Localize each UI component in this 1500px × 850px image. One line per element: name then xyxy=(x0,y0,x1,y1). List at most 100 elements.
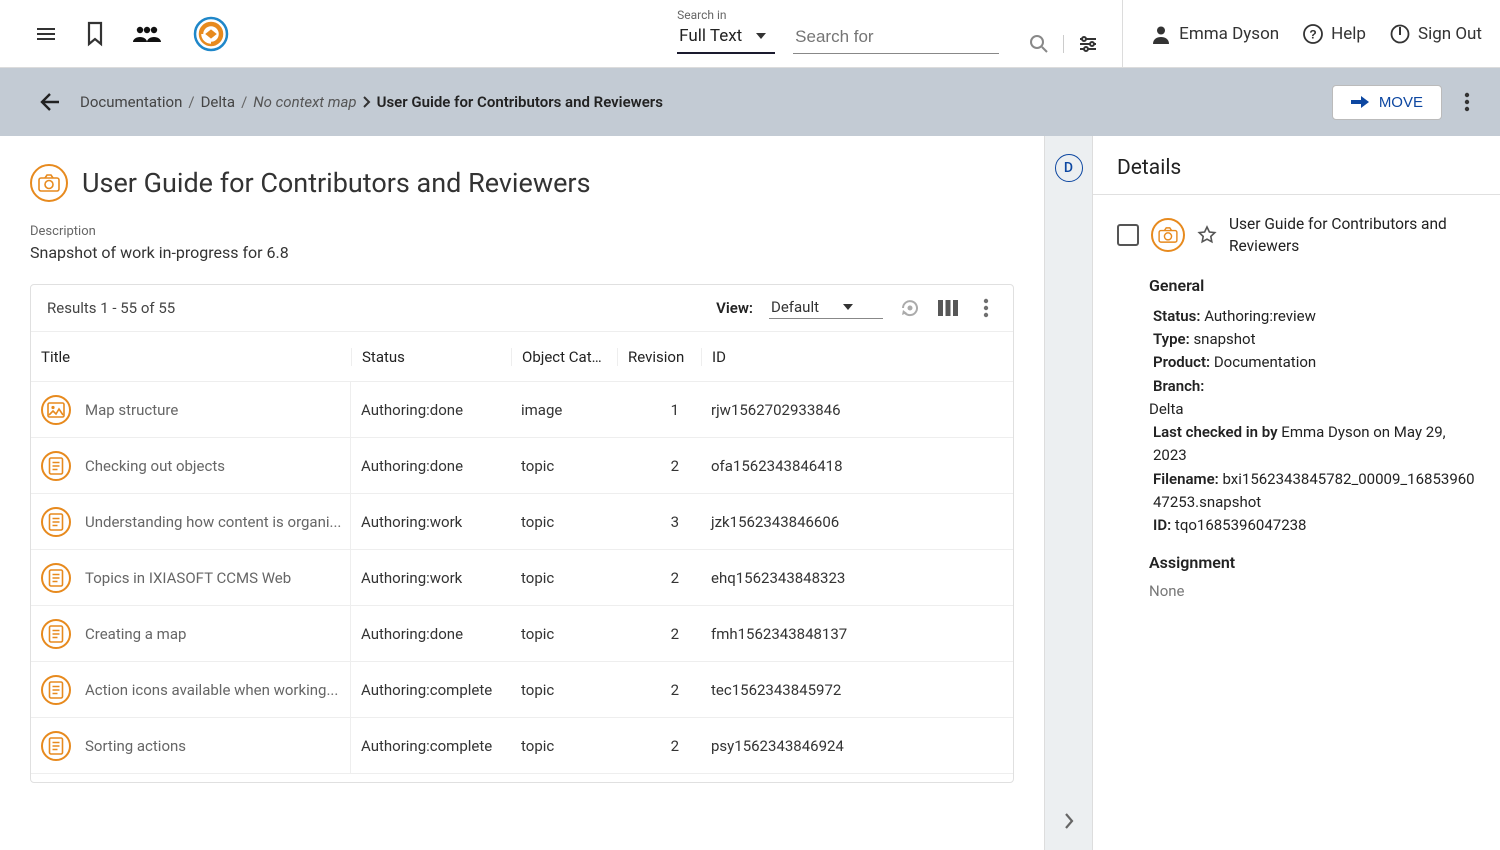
row-title: Checking out objects xyxy=(31,438,351,493)
user-menu[interactable]: Emma Dyson xyxy=(1151,24,1279,44)
details-body: General Status: Authoring:review Type: s… xyxy=(1117,276,1476,601)
col-revision[interactable]: Revision xyxy=(617,348,701,366)
filter-icon[interactable] xyxy=(1078,34,1098,54)
row-revision: 2 xyxy=(617,625,701,643)
row-revision: 3 xyxy=(617,513,701,531)
details-item-title: User Guide for Contributors and Reviewer… xyxy=(1229,213,1476,258)
row-revision: 2 xyxy=(617,681,701,699)
crumb-sep: / xyxy=(241,93,247,111)
field-type: Type: snapshot xyxy=(1153,328,1476,351)
image-icon xyxy=(41,395,71,425)
table-row[interactable]: Understanding how content is organi...Au… xyxy=(31,494,1013,550)
field-status: Status: Authoring:review xyxy=(1153,305,1476,328)
topic-icon xyxy=(41,563,71,593)
crumb-current: User Guide for Contributors and Reviewer… xyxy=(377,93,663,111)
col-status[interactable]: Status xyxy=(351,348,511,366)
details-tab-icon[interactable]: D xyxy=(1055,154,1083,182)
table-more-icon[interactable] xyxy=(975,298,997,318)
row-title: Map structure xyxy=(31,382,351,437)
view-select[interactable]: Default xyxy=(769,298,883,319)
view-label: View: xyxy=(716,299,753,317)
crumb-actions: MOVE xyxy=(1332,85,1478,120)
svg-text:?: ? xyxy=(1309,27,1316,41)
table-body[interactable]: Map structureAuthoring:doneimage1rjw1562… xyxy=(31,382,1013,782)
row-status: Authoring:work xyxy=(351,513,511,531)
description-label: Description xyxy=(30,224,1014,239)
snapshot-icon xyxy=(30,164,68,202)
divider xyxy=(1093,194,1500,195)
col-category[interactable]: Object Cat… xyxy=(511,348,617,366)
help-button[interactable]: ? Help xyxy=(1303,24,1366,44)
topic-icon xyxy=(41,507,71,537)
table-row[interactable]: Map structureAuthoring:doneimage1rjw1562… xyxy=(31,382,1013,438)
row-id: psy1562343846924 xyxy=(701,737,901,755)
select-checkbox[interactable] xyxy=(1117,224,1139,246)
row-status: Authoring:done xyxy=(351,625,511,643)
row-title: Action icons available when working... xyxy=(31,662,351,717)
assignment-none: None xyxy=(1149,582,1476,600)
main-area: User Guide for Contributors and Reviewer… xyxy=(0,136,1500,850)
row-title-text: Creating a map xyxy=(85,625,186,643)
people-icon[interactable] xyxy=(132,24,162,44)
row-title-text: Map structure xyxy=(85,401,178,419)
table-row[interactable]: Creating a mapAuthoring:donetopic2fmh156… xyxy=(31,606,1013,662)
row-id: tec1562343845972 xyxy=(701,681,901,699)
row-status: Authoring:done xyxy=(351,457,511,475)
field-lastchecked: Last checked in by Emma Dyson on May 29,… xyxy=(1153,421,1476,468)
more-actions-icon[interactable] xyxy=(1456,92,1478,112)
collapse-panel-icon[interactable] xyxy=(1063,812,1075,830)
table-toolbar: Results 1 - 55 of 55 View: Default xyxy=(31,285,1013,332)
row-title: Understanding how content is organi... xyxy=(31,494,351,549)
columns-icon[interactable] xyxy=(937,299,959,317)
row-category: image xyxy=(511,401,617,419)
table-row[interactable]: Sorting actionsAuthoring:completetopic2p… xyxy=(31,718,1013,774)
results-count: Results 1 - 55 of 55 xyxy=(47,299,175,317)
header-right: Emma Dyson ? Help Sign Out xyxy=(1122,0,1482,68)
page-title-row: User Guide for Contributors and Reviewer… xyxy=(30,164,1014,202)
topic-icon xyxy=(41,451,71,481)
col-id[interactable]: ID xyxy=(701,348,901,366)
table-row[interactable]: Checking out objectsAuthoring:donetopic2… xyxy=(31,438,1013,494)
separator xyxy=(1063,35,1064,53)
table-row[interactable]: Action icons available when working...Au… xyxy=(31,662,1013,718)
search-input[interactable] xyxy=(793,26,999,54)
signout-label: Sign Out xyxy=(1418,24,1482,44)
snapshot-icon xyxy=(1151,218,1185,252)
crumb-documentation[interactable]: Documentation xyxy=(80,93,182,111)
topic-icon xyxy=(41,619,71,649)
row-category: topic xyxy=(511,625,617,643)
row-category: topic xyxy=(511,569,617,587)
content-column: User Guide for Contributors and Reviewer… xyxy=(0,136,1044,850)
row-status: Authoring:done xyxy=(351,401,511,419)
crumb-nocontext[interactable]: No context map xyxy=(253,93,356,111)
help-label: Help xyxy=(1331,24,1366,44)
breadcrumb-bar: Documentation / Delta / No context map U… xyxy=(0,68,1500,136)
row-title: Topics in IXIASOFT CCMS Web xyxy=(31,550,351,605)
favorite-icon[interactable] xyxy=(1197,225,1217,245)
row-id: ofa1562343846418 xyxy=(701,457,901,475)
bookmark-icon[interactable] xyxy=(84,21,106,47)
row-category: topic xyxy=(511,457,617,475)
row-revision: 1 xyxy=(617,401,701,419)
topic-icon xyxy=(41,731,71,761)
table-header: Title Status Object Cat… Revision ID xyxy=(31,332,1013,382)
row-title-text: Topics in IXIASOFT CCMS Web xyxy=(85,569,291,587)
search-icon[interactable] xyxy=(1029,34,1049,54)
crumb-delta[interactable]: Delta xyxy=(201,93,236,111)
col-title[interactable]: Title xyxy=(31,348,351,366)
assignment-heading: Assignment xyxy=(1149,553,1476,572)
search-in-label: Search in xyxy=(677,8,775,22)
back-button[interactable] xyxy=(38,91,60,113)
search-in-select[interactable]: Full Text xyxy=(677,26,775,54)
table-row[interactable]: Topics in IXIASOFT CCMS Web Authoring:wor… xyxy=(31,550,1013,606)
row-status: Authoring:work xyxy=(351,569,511,587)
refresh-icon[interactable] xyxy=(899,297,921,319)
logo-icon[interactable] xyxy=(188,15,234,53)
move-button[interactable]: MOVE xyxy=(1332,85,1442,120)
details-title: Details xyxy=(1117,156,1476,180)
signout-button[interactable]: Sign Out xyxy=(1390,24,1482,44)
field-filename: Filename: bxi1562343845782_00009_1685396… xyxy=(1153,468,1476,515)
description-text: Snapshot of work in-progress for 6.8 xyxy=(30,243,1014,262)
hamburger-icon[interactable] xyxy=(34,22,58,46)
row-id: ehq1562343848323 xyxy=(701,569,901,587)
